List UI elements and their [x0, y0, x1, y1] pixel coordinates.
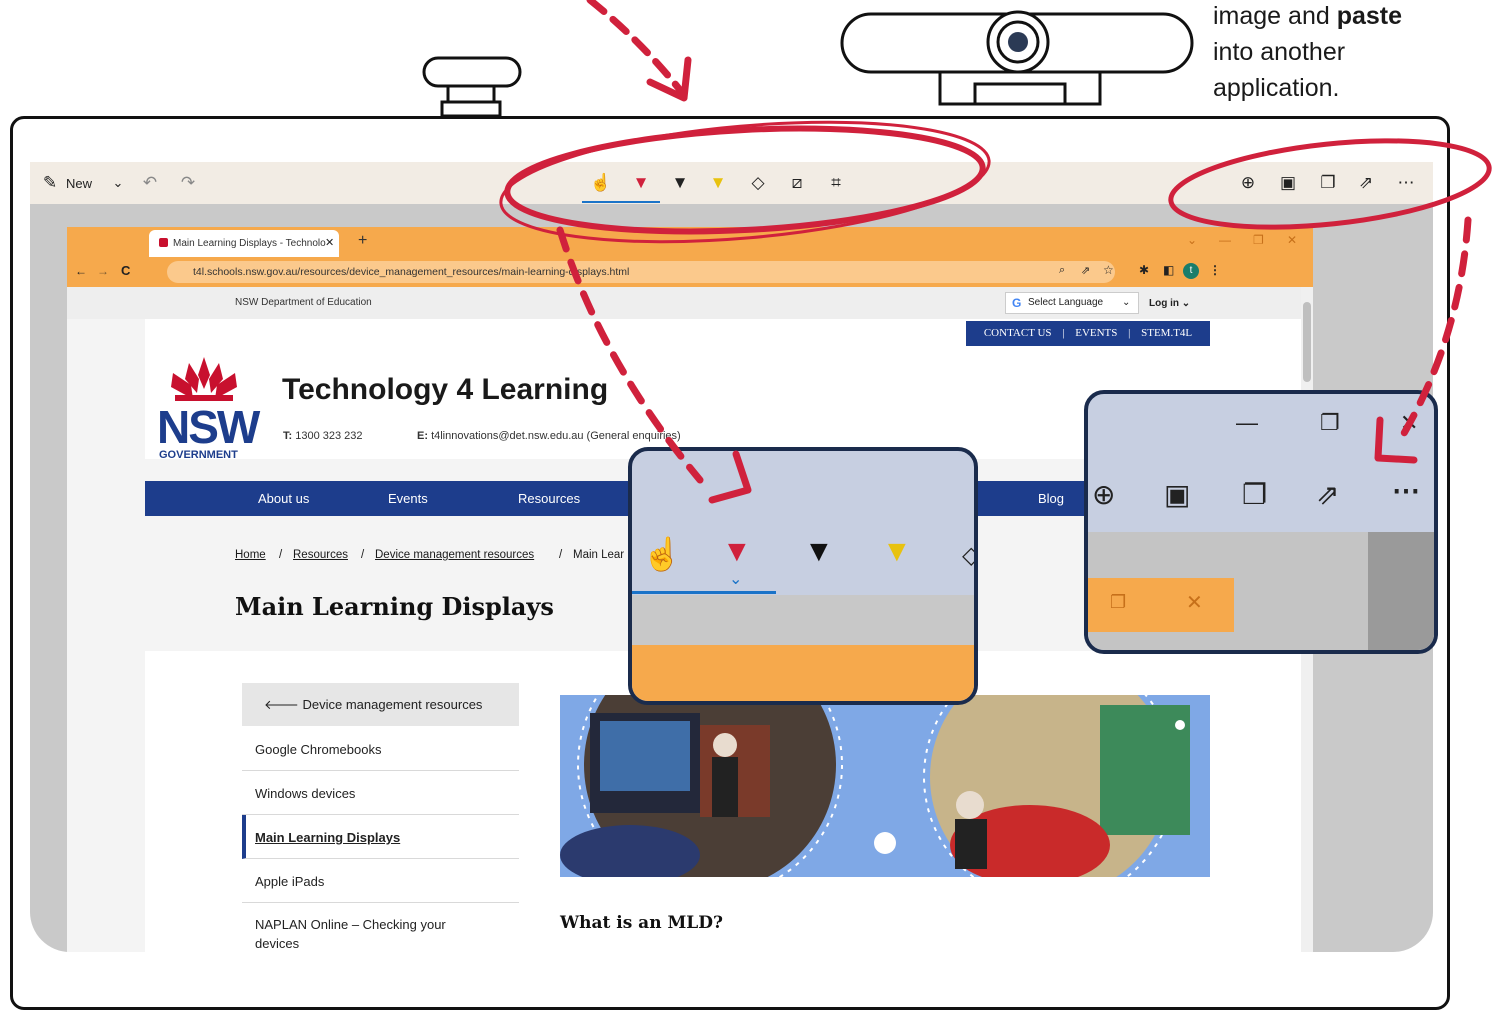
annotation-overlay	[499, 120, 1492, 504]
